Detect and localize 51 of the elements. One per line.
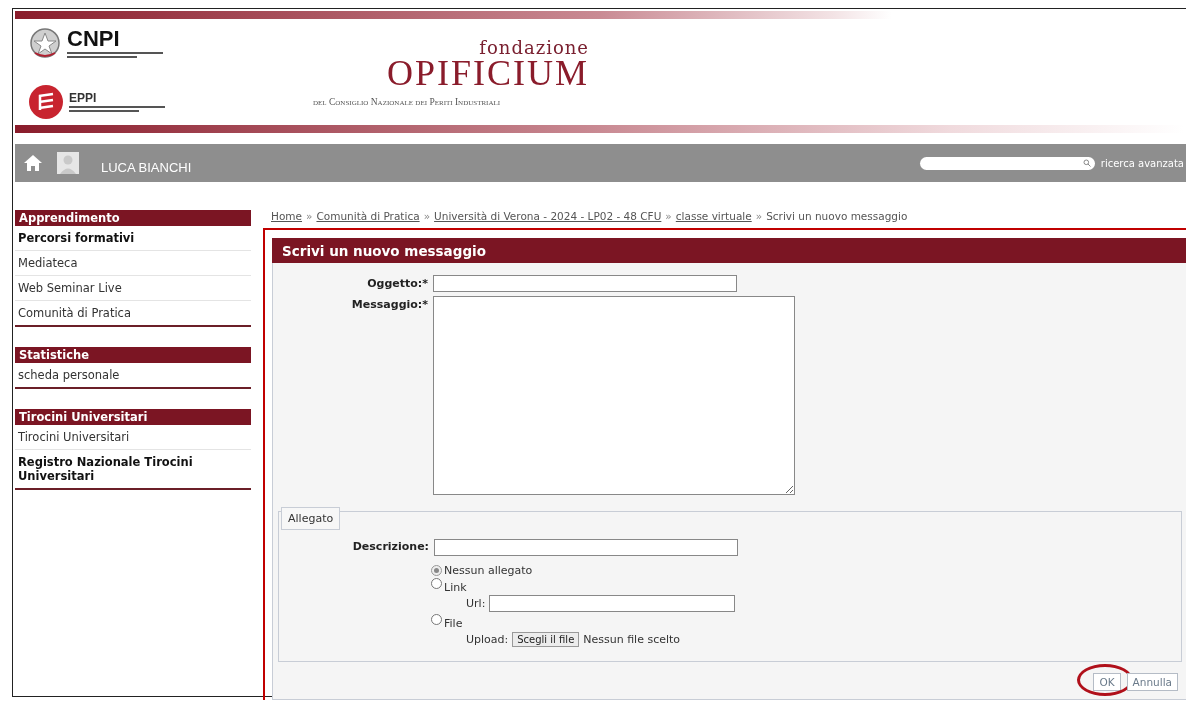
search-field[interactable] [919,156,1095,170]
radio-label: Link [444,581,467,594]
cnpi-logo-text: CNPI [67,28,121,50]
upload-label: Upload: [466,633,509,646]
message-label: Messaggio:* [350,297,429,311]
logo-kicker: fondazione [479,39,589,57]
description-label: Descrizione: [351,539,430,553]
eppi-logo-icon [29,85,63,119]
radio-button[interactable] [431,565,442,576]
sidebar-section-title: Apprendimento [15,210,251,226]
subject-field[interactable] [433,275,737,292]
ok-button[interactable]: OK [1093,673,1121,691]
fieldset-legend: Allegato [281,507,341,530]
subject-label: Oggetto:* [366,276,429,290]
breadcrumb-link[interactable]: Home [271,210,302,222]
panel-title: Scrivi un nuovo messaggio [272,238,1186,263]
sidebar-item[interactable]: Tirocini Universitari [15,425,251,450]
radio-label: Nessun allegato [444,564,533,577]
home-icon[interactable] [23,154,43,172]
breadcrumb-link[interactable]: classe virtuale [675,210,752,222]
message-field[interactable] [433,296,795,495]
breadcrumb-link[interactable]: Comunità di Pratica [316,210,420,222]
sidebar-section-title: Tirocini Universitari [15,409,251,425]
url-field[interactable] [489,595,736,612]
eppi-logo-text: EPPI [69,92,98,104]
choose-file-button[interactable]: Scegli il file [512,632,580,647]
description-field[interactable] [434,539,738,556]
sidebar-item[interactable]: scheda personale [15,363,251,387]
radio-button[interactable] [431,614,442,625]
breadcrumb-separator: » [423,210,431,222]
cancel-button[interactable]: Annulla [1126,673,1178,691]
user-name: LUCA BIANCHI [101,158,192,175]
radio-label: File [444,617,463,630]
sidebar-item[interactable]: Registro Nazionale Tirocini Universitari [15,450,251,488]
breadcrumb-separator: » [755,210,763,222]
url-label: Url: [466,597,486,610]
file-status: Nessun file scelto [583,633,681,646]
search-icon[interactable] [1082,159,1091,167]
sidebar-item[interactable]: Mediateca [15,251,251,276]
breadcrumb-separator: » [665,210,672,222]
foundation-logo-text: OPIFICIUM [386,57,589,90]
logo-subtitle: del Consiglio Nazionale dei Periti Industriali [313,97,501,108]
emblem-icon [29,27,61,59]
sidebar-item[interactable]: Web Seminar Live [15,276,251,301]
radio-button[interactable] [431,578,442,589]
sidebar-item[interactable]: Percorsi formativi [15,226,251,251]
breadcrumb-separator: » [306,210,313,222]
sidebar-section-title: Statistiche [15,347,251,363]
breadcrumb-current: Scrivi un nuovo messaggio [766,210,908,222]
sidebar-item[interactable]: Comunità di Pratica [15,301,251,325]
breadcrumb-link[interactable]: Università di Verona - 2024 - LP02 - 48 CFU [434,210,662,222]
